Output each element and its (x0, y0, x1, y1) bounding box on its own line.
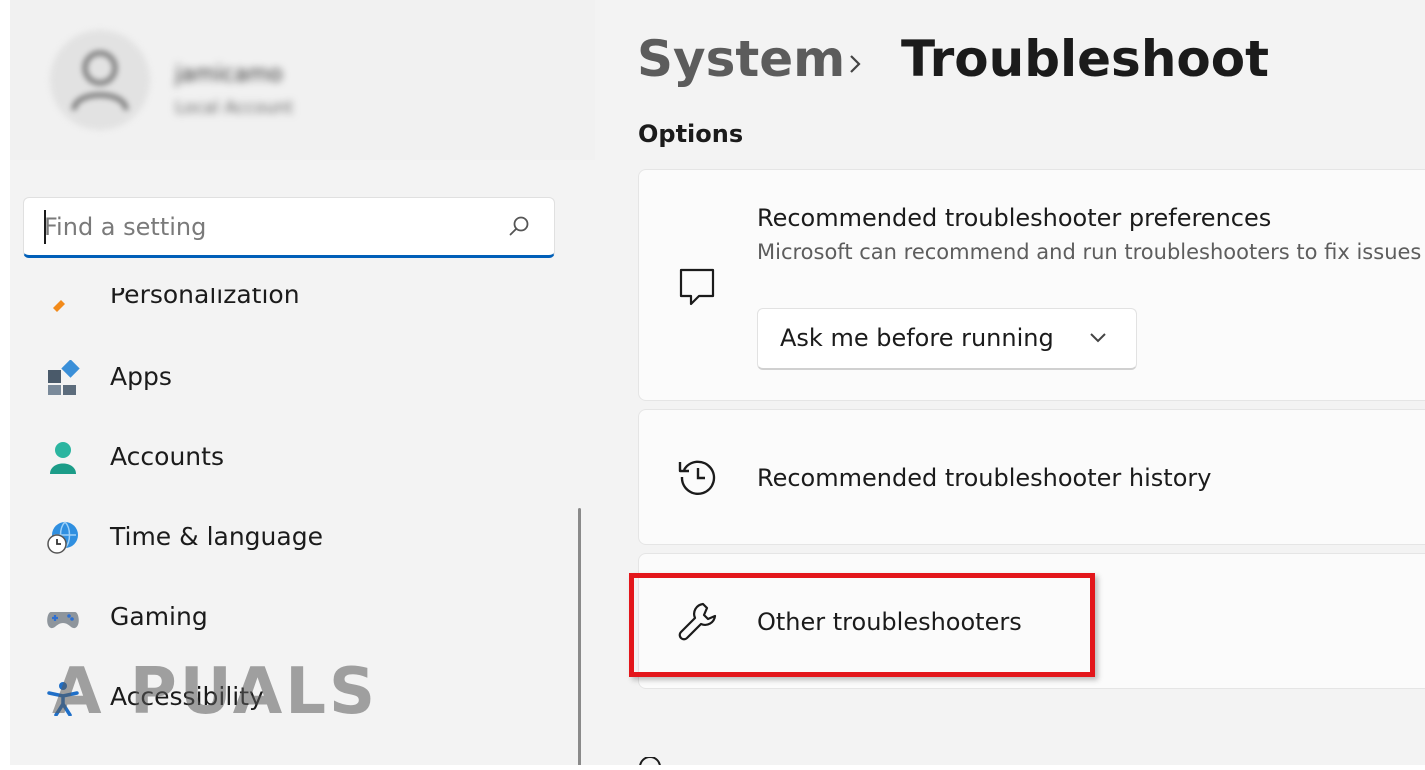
account-header[interactable]: jamicamo Local Account (10, 0, 595, 160)
chevron-right-icon (850, 55, 861, 73)
dropdown-value: Ask me before running (780, 324, 1054, 352)
accessibility-icon (47, 682, 79, 716)
sidebar-item-gaming[interactable]: Gaming (40, 592, 560, 652)
sidebar-item-label: Time & language (110, 522, 323, 551)
sidebar-item-label: Accounts (110, 442, 224, 471)
sidebar-scrollbar[interactable] (578, 508, 581, 770)
history-icon (678, 460, 716, 495)
sidebar-item-label: Accessibility (110, 682, 264, 711)
chat-bubble-icon (679, 268, 715, 306)
chevron-down-icon (1090, 333, 1106, 343)
globe-clock-icon (47, 521, 78, 554)
sidebar-item-time-language[interactable]: Time & language (40, 512, 560, 572)
sidebar-item-apps[interactable]: Apps (40, 352, 560, 412)
breadcrumb: System Troubleshoot (637, 30, 1269, 88)
avatar (50, 30, 150, 130)
person-icon (50, 442, 76, 474)
nav-scroll-clip (10, 258, 580, 288)
account-type: Local Account (175, 98, 294, 118)
card-title: Recommended troubleshooter history (757, 464, 1212, 492)
sidebar-item-accessibility[interactable]: Accessibility (40, 672, 560, 732)
window-frame-bottom (0, 765, 1425, 770)
text-caret (44, 210, 46, 244)
gamepad-icon (47, 612, 79, 629)
highlight-box (629, 573, 1095, 677)
sidebar-item-label: Apps (110, 362, 172, 391)
search-input[interactable] (44, 208, 484, 246)
run-preference-dropdown[interactable]: Ask me before running (757, 308, 1137, 370)
card-title: Recommended troubleshooter preferences (757, 204, 1272, 232)
preferences-card: Recommended troubleshooter preferences M… (638, 169, 1425, 401)
history-card[interactable]: Recommended troubleshooter history (638, 409, 1425, 545)
window-frame-left (0, 0, 10, 770)
sidebar-item-label: Gaming (110, 602, 208, 631)
section-title: Options (638, 120, 744, 148)
sidebar-item-accounts[interactable]: Accounts (40, 432, 560, 492)
page-title: Troubleshoot (901, 30, 1270, 88)
search-box[interactable] (23, 197, 555, 258)
breadcrumb-parent[interactable]: System (637, 30, 845, 88)
card-description: Microsoft can recommend and run troubles… (757, 240, 1422, 264)
account-name: jamicamo (175, 62, 283, 87)
search-icon[interactable] (508, 215, 530, 237)
person-icon (71, 50, 129, 111)
apps-icon (48, 360, 80, 395)
